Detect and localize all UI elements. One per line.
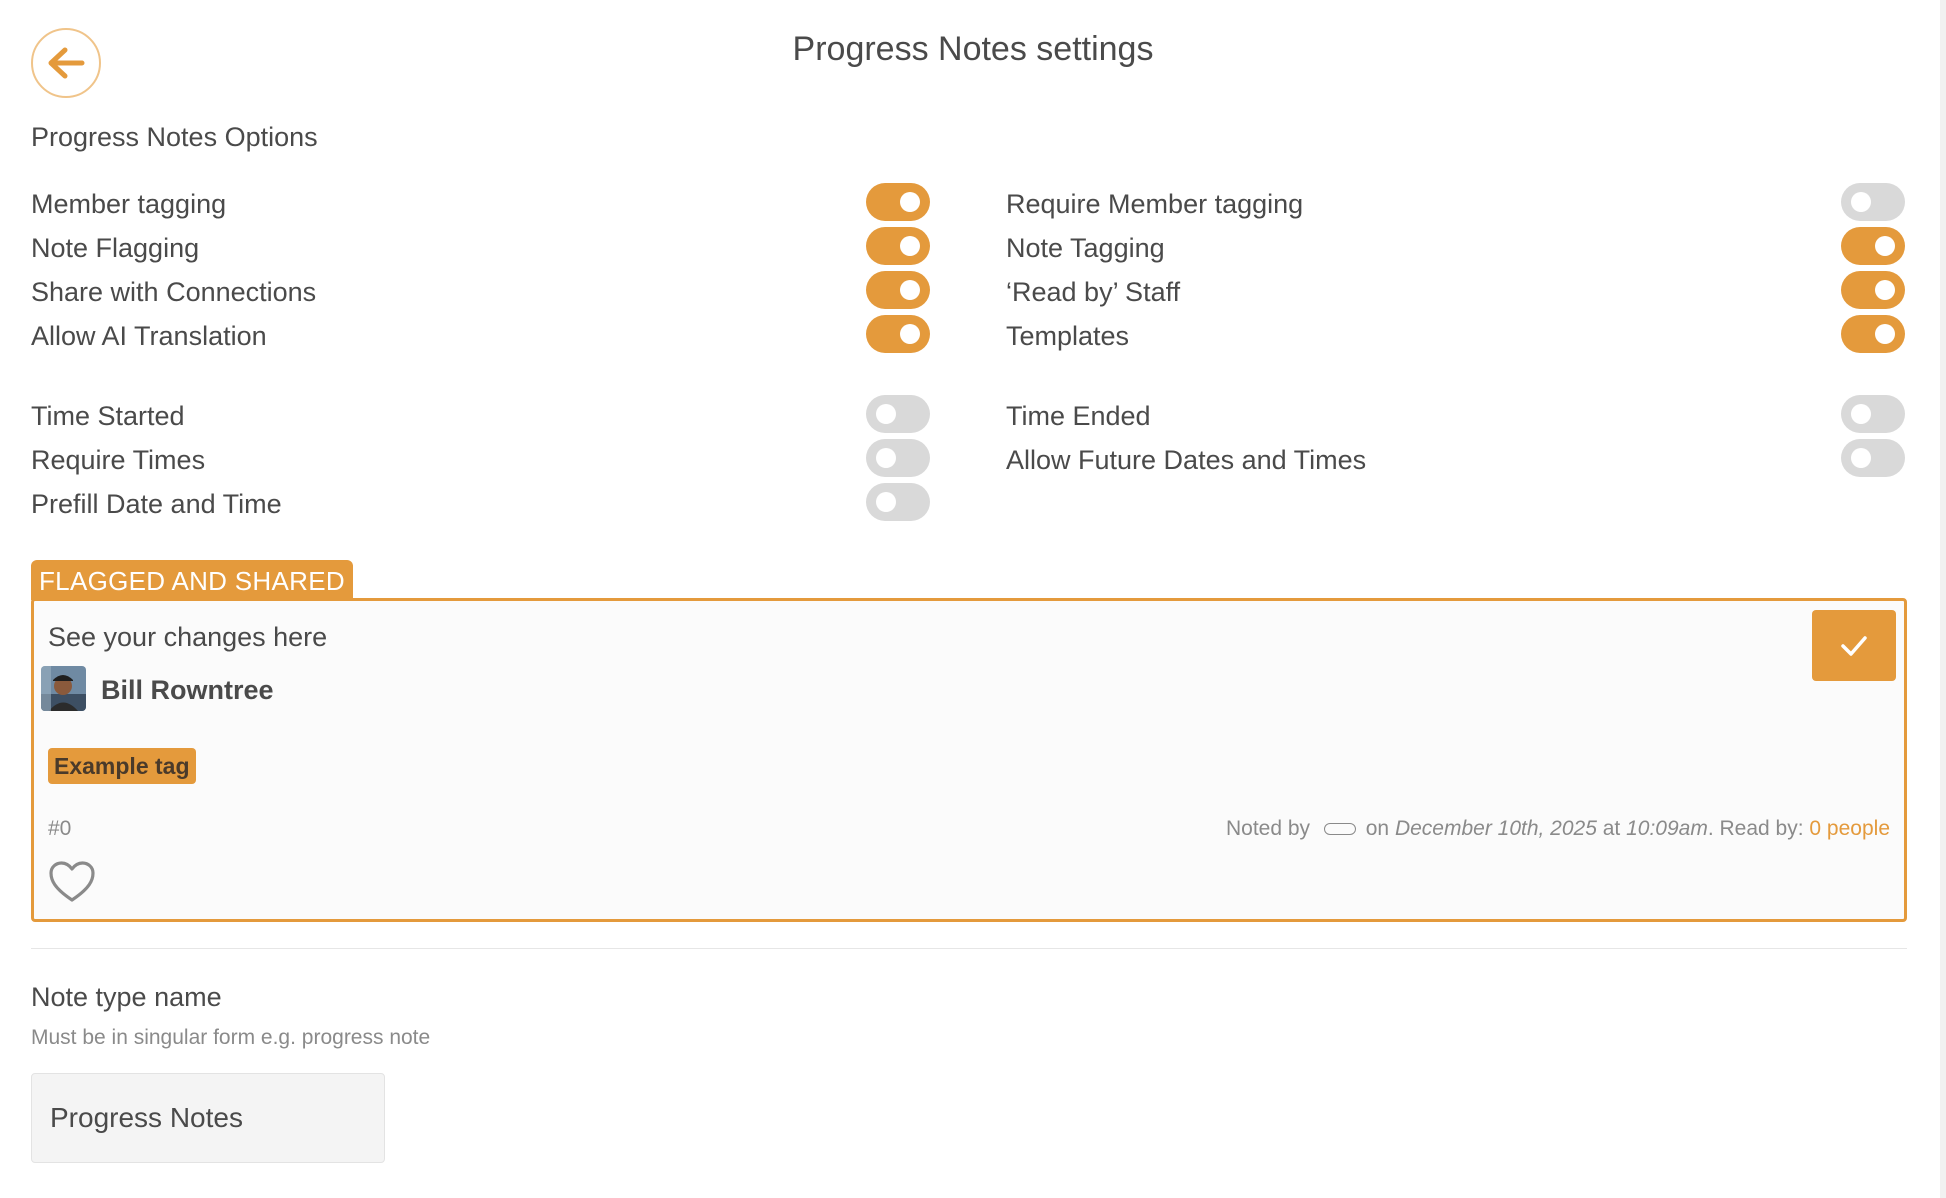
toggle-note-flagging[interactable] [866, 227, 930, 265]
toggle-knob [1875, 280, 1895, 300]
confirm-button[interactable] [1812, 610, 1896, 681]
option-label-prefill-date-and-time: Prefill Date and Time [31, 489, 282, 519]
toggle-knob [1851, 192, 1871, 212]
toggle-member-tagging[interactable] [866, 183, 930, 221]
like-button[interactable] [48, 860, 96, 909]
options-section-label: Progress Notes Options [31, 122, 318, 152]
author-avatar [41, 666, 86, 711]
toggle-knob [876, 404, 896, 424]
toggle-knob [900, 236, 920, 256]
toggle-knob [1875, 236, 1895, 256]
toggle-knob [900, 280, 920, 300]
toggle-allow-ai-translation[interactable] [866, 315, 930, 353]
toggle-require-times[interactable] [866, 439, 930, 477]
example-tag[interactable]: Example tag [48, 748, 196, 784]
toggle-knob [1851, 404, 1871, 424]
option-label-note-tagging: Note Tagging [1006, 233, 1165, 263]
toggle-knob [876, 492, 896, 512]
option-label-require-member-tagging: Require Member tagging [1006, 189, 1304, 219]
option-label-read-by-staff: ‘Read by’ Staff [1006, 277, 1181, 307]
option-label-member-tagging: Member tagging [31, 189, 227, 219]
note-meta: Noted by on December 10th, 2025 at 10:09… [1226, 817, 1890, 841]
note-type-label: Note type name [31, 982, 222, 1012]
at-label: at [1602, 817, 1621, 840]
toggle-allow-future-dates-and-times[interactable] [1841, 439, 1905, 477]
read-by-count-link[interactable]: 0 people [1809, 817, 1890, 840]
option-label-share-with-connections: Share with Connections [31, 277, 317, 307]
toggle-knob [1875, 324, 1895, 344]
note-type-name-input[interactable]: Progress Notes [31, 1073, 385, 1163]
option-label-note-flagging: Note Flagging [31, 233, 200, 263]
option-label-allow-future-dates-and-times: Allow Future Dates and Times [1006, 445, 1367, 475]
on-label: on [1365, 817, 1390, 840]
note-time: 10:09am [1626, 817, 1708, 840]
toggle-knob [900, 324, 920, 344]
toggle-share-with-connections[interactable] [866, 271, 930, 309]
option-label-require-times: Require Times [31, 445, 206, 475]
option-label-time-ended: Time Ended [1006, 401, 1151, 431]
note-number: #0 [48, 817, 72, 840]
toggle-note-tagging[interactable] [1841, 227, 1905, 265]
scrollbar[interactable] [1940, 0, 1946, 1198]
section-divider [31, 948, 1907, 949]
heart-outline-icon [49, 861, 95, 902]
toggle-knob [900, 192, 920, 212]
toggle-knob [876, 448, 896, 468]
noted-by-label: Noted by [1225, 817, 1311, 840]
toggle-knob [1851, 448, 1871, 468]
checkmark-icon [1841, 635, 1867, 656]
note-date: December 10th, 2025 [1394, 817, 1597, 840]
option-label-allow-ai-translation: Allow AI Translation [31, 321, 267, 351]
page-title: Progress Notes settings [792, 30, 1154, 68]
toggle-time-ended[interactable] [1841, 395, 1905, 433]
option-label-templates: Templates [1006, 321, 1130, 351]
toggle-read-by-staff[interactable] [1841, 271, 1905, 309]
note-type-hint: Must be in singular form e.g. progress n… [31, 1026, 431, 1049]
toggle-time-started[interactable] [866, 395, 930, 433]
toggle-require-member-tagging[interactable] [1841, 183, 1905, 221]
preview-heading: See your changes here [48, 622, 328, 652]
read-by-label: . Read by: [1707, 817, 1804, 840]
toggle-prefill-date-and-time[interactable] [866, 483, 930, 521]
option-label-time-started: Time Started [31, 401, 185, 431]
noted-by-placeholder [1323, 823, 1356, 836]
author-name: Bill Rowntree [101, 675, 274, 705]
preview-tab-label: FLAGGED AND SHARED [31, 560, 353, 600]
toggle-templates[interactable] [1841, 315, 1905, 353]
